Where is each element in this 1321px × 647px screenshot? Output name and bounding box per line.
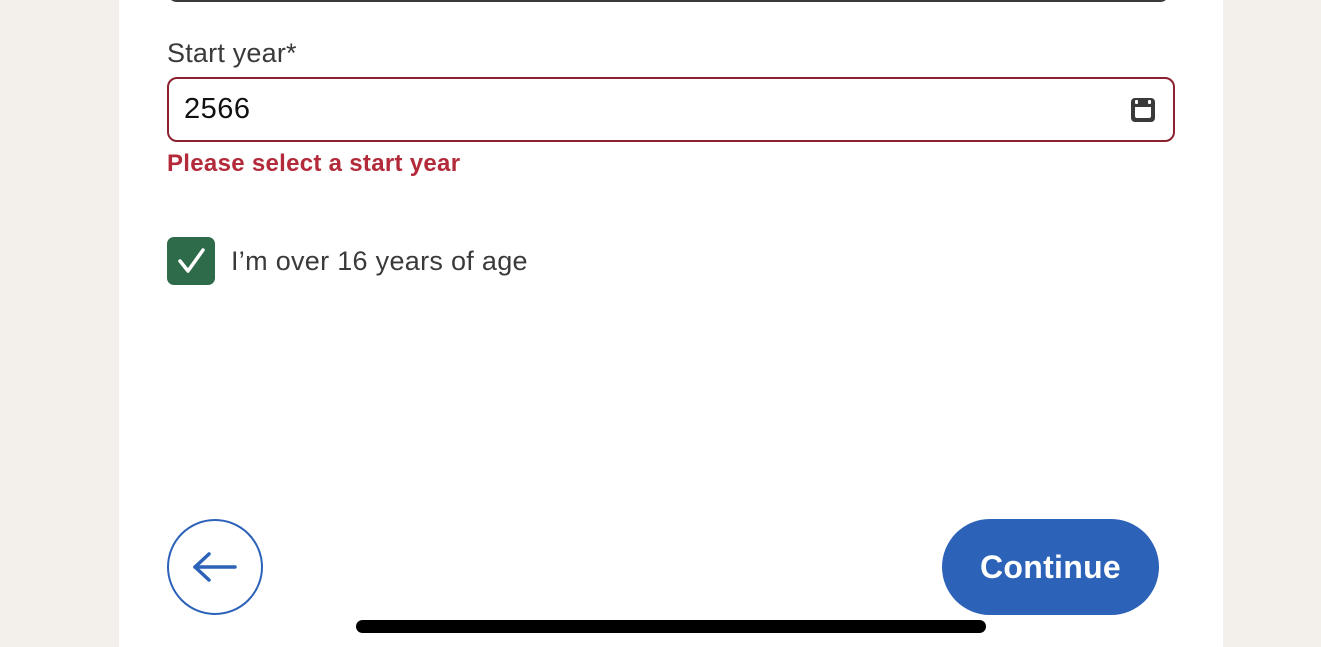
home-indicator[interactable] <box>356 620 986 633</box>
calendar-icon[interactable] <box>1130 97 1156 123</box>
age-checkbox[interactable] <box>167 237 215 285</box>
previous-field-edge <box>167 0 1170 2</box>
age-confirmation[interactable]: I’m over 16 years of age <box>167 237 528 285</box>
start-year-error: Please select a start year <box>167 150 461 177</box>
arrow-left-icon <box>193 552 237 582</box>
start-year-label: Start year* <box>167 38 297 68</box>
form-card: Start year* 2566 Please select a start y… <box>119 0 1223 647</box>
start-year-value[interactable]: 2566 <box>184 93 251 126</box>
start-year-input[interactable]: 2566 <box>167 77 1175 142</box>
age-checkbox-label[interactable]: I’m over 16 years of age <box>231 246 528 277</box>
checkmark-icon <box>178 248 205 273</box>
continue-button[interactable]: Continue <box>942 519 1159 615</box>
back-button[interactable] <box>167 519 263 615</box>
